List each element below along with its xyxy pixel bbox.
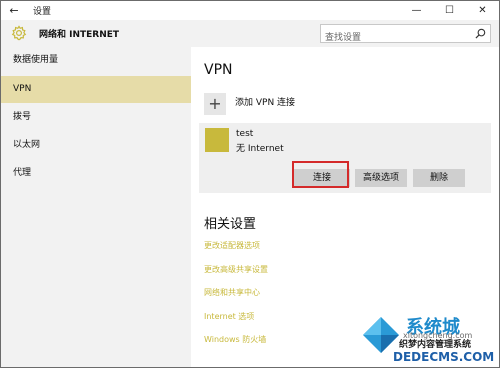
close-button[interactable]: ✕ bbox=[466, 1, 499, 20]
link-internet-options[interactable]: Internet 选项 bbox=[204, 311, 254, 322]
window-controls: — ☐ ✕ bbox=[400, 1, 499, 20]
link-change-adapter-options[interactable]: 更改适配器选项 bbox=[204, 240, 260, 251]
link-windows-firewall[interactable]: Windows 防火墙 bbox=[204, 334, 266, 345]
plus-icon[interactable]: + bbox=[204, 93, 226, 115]
add-vpn-row[interactable]: + 添加 VPN 连接 bbox=[204, 93, 295, 115]
search-box[interactable] bbox=[320, 24, 491, 47]
title-bar: ← 设置 — ☐ ✕ bbox=[1, 1, 499, 20]
advanced-options-button[interactable]: 高级选项 bbox=[355, 169, 407, 187]
vpn-connection-icon bbox=[205, 128, 229, 152]
maximize-button[interactable]: ☐ bbox=[433, 1, 466, 20]
window-title: 设置 bbox=[33, 7, 52, 17]
related-settings-title: 相关设置 bbox=[204, 217, 257, 232]
vpn-connection-status: 无 Internet bbox=[236, 144, 284, 154]
link-advanced-sharing[interactable]: 更改高级共享设置 bbox=[204, 264, 268, 275]
back-button[interactable]: ← bbox=[1, 1, 27, 20]
link-network-sharing-center[interactable]: 网络和共享中心 bbox=[204, 287, 260, 298]
gear-icon bbox=[11, 25, 27, 41]
search-icon[interactable] bbox=[475, 28, 486, 39]
delete-button[interactable]: 删除 bbox=[413, 169, 465, 187]
minimize-button[interactable]: — bbox=[400, 1, 433, 20]
sidebar-item-vpn[interactable]: VPN bbox=[1, 76, 191, 103]
watermark-line3: DEDECMS.COM bbox=[393, 350, 495, 364]
watermark-line2: 织梦内容管理系统 bbox=[399, 340, 472, 350]
sidebar-item-data-usage[interactable]: 数据使用量 bbox=[1, 47, 191, 74]
section-title-vpn: VPN bbox=[204, 62, 233, 78]
vpn-connection-name: test bbox=[236, 129, 254, 139]
add-vpn-label[interactable]: 添加 VPN 连接 bbox=[235, 95, 295, 108]
search-input[interactable] bbox=[321, 29, 471, 47]
sidebar-item-dialup[interactable]: 拨号 bbox=[1, 104, 191, 131]
sidebar-item-ethernet[interactable]: 以太网 bbox=[1, 132, 191, 159]
sidebar-item-proxy[interactable]: 代理 bbox=[1, 160, 191, 187]
connect-highlight-annotation bbox=[292, 161, 349, 188]
sidebar: 数据使用量 VPN 拨号 以太网 代理 bbox=[1, 47, 191, 367]
watermark-logo bbox=[363, 317, 399, 353]
settings-window: ← 设置 — ☐ ✕ 网络和 INTERNET 数据使用量 VPN 拨号 以太网 bbox=[0, 0, 500, 368]
page-title: 网络和 INTERNET bbox=[39, 30, 120, 40]
settings-header: 网络和 INTERNET bbox=[1, 20, 499, 47]
